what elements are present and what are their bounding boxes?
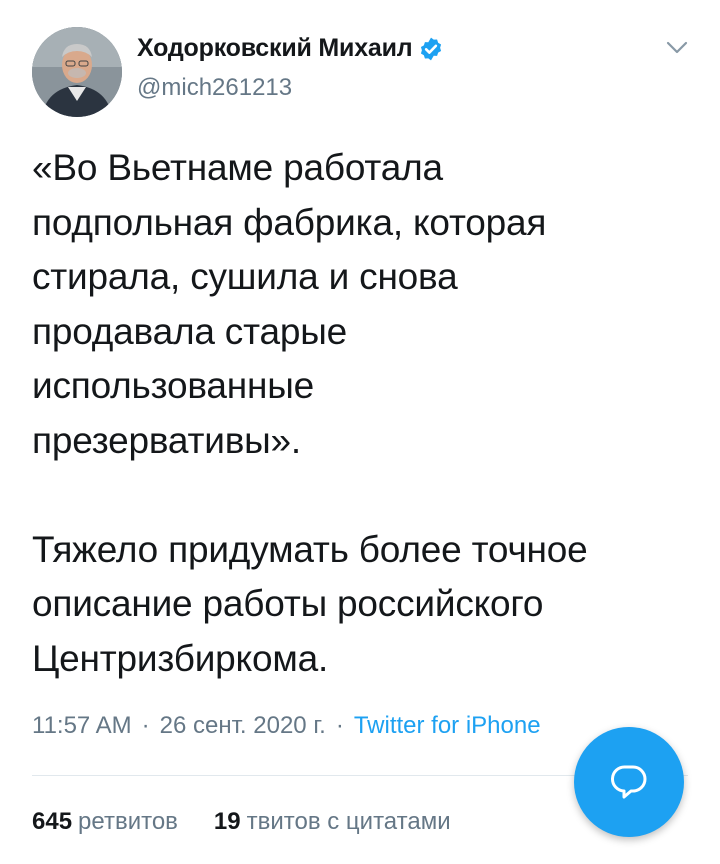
retweets-count: 645 [32,808,73,835]
quotes-label: твитов с цитатами [246,808,451,835]
meta-separator: · [335,712,344,739]
tweet-source-link[interactable]: Twitter for iPhone [354,712,541,740]
avatar-photo [32,27,122,117]
avatar[interactable] [32,27,122,117]
quotes-count: 19 [213,808,241,835]
quotes-stat[interactable]: 19 твитов с цитатами [214,808,451,836]
tweet-text: «Во Вьетнаме работала подпольная фабрика… [32,141,702,686]
meta-separator: · [141,712,150,739]
chevron-down-icon [666,41,688,54]
more-options-button[interactable] [660,34,694,62]
tweet-time: 11:57 AM [32,712,132,739]
author-display-name[interactable]: Ходорковский Михаил [137,34,413,63]
retweets-stat[interactable]: 645 ретвитов [32,808,178,836]
tweet-detail: Ходорковский Михаил @mich261213 «Во Вьет… [0,0,720,864]
tweet-text-line: описание работы российского [32,583,544,624]
author-handle[interactable]: @mich261213 [137,74,292,102]
retweets-label: ретвитов [78,808,178,835]
verified-badge-icon [421,37,442,60]
tweet-text-line: Центризбиркома. [32,637,329,679]
tweet-date: 26 сент. 2020 г. [159,712,326,739]
tweet-text-line: Тяжело придумать более точное [32,528,588,570]
tweet-text-line: продавала старые [32,310,347,352]
tweet-text-line: презервативы». [32,419,302,461]
tweet-text-line: подпольная фабрика, которая [32,201,547,243]
tweet-text-line: использованные [32,365,315,406]
tweet-text-line: «Во Вьетнаме работала [32,147,443,188]
tweet-meta: 11:57 AM · 26 сент. 2020 г. · Twitter fo… [32,712,541,740]
tweet-text-line: стирала, сушила и снова [32,256,458,297]
reply-bubble-icon [611,765,647,799]
compose-reply-button[interactable] [574,727,684,837]
author-name-row: Ходорковский Михаил [137,34,444,63]
tweet-stats: 645 ретвитов 19 твитов с цитатами [32,808,451,836]
